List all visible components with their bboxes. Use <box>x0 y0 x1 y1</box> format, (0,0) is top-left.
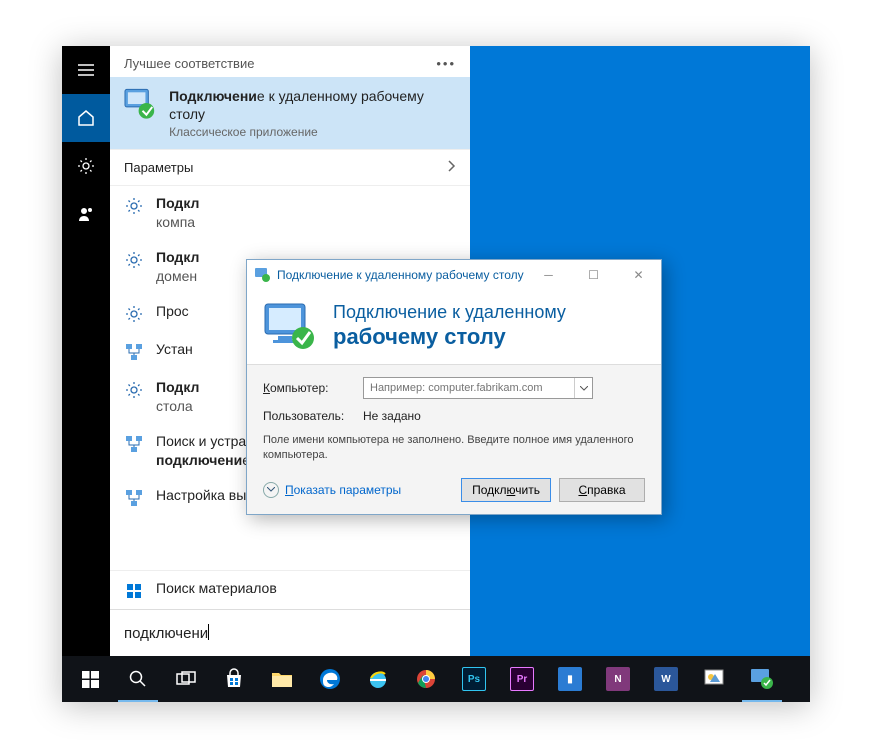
more-icon[interactable]: ••• <box>436 56 456 71</box>
chevron-down-icon[interactable] <box>574 378 592 398</box>
gear-icon[interactable] <box>62 142 110 190</box>
settings-icon <box>124 434 144 454</box>
premiere-app[interactable]: Pr <box>498 656 546 702</box>
task-view-button[interactable] <box>162 656 210 702</box>
dialog-heading-1: Подключение к удаленному <box>333 302 566 324</box>
chevron-right-icon <box>448 160 456 175</box>
ie-app[interactable] <box>354 656 402 702</box>
people-icon[interactable] <box>62 190 110 238</box>
explorer-app[interactable] <box>258 656 306 702</box>
chrome-app[interactable] <box>402 656 450 702</box>
hamburger-icon[interactable] <box>62 46 110 94</box>
home-icon[interactable] <box>62 94 110 142</box>
chevron-down-icon <box>263 482 279 498</box>
store-app[interactable] <box>210 656 258 702</box>
search-button[interactable] <box>114 656 162 702</box>
store-icon <box>124 581 144 601</box>
computer-combo[interactable] <box>363 377 593 399</box>
start-rail <box>62 46 110 656</box>
store-result[interactable]: Поиск материалов <box>110 570 470 609</box>
edge-app[interactable] <box>306 656 354 702</box>
rdp-dialog: Подключение к удаленному рабочему столу … <box>246 259 662 515</box>
start-button[interactable] <box>66 656 114 702</box>
settings-icon <box>124 196 144 216</box>
computer-label: Компьютер: <box>263 381 353 395</box>
hint-text: Поле имени компьютера не заполнено. Введ… <box>263 433 645 464</box>
show-options-toggle[interactable]: Показать параметры <box>263 482 401 498</box>
rdp-icon <box>124 87 157 121</box>
settings-icon <box>124 488 144 508</box>
rdp-icon <box>255 267 271 283</box>
search-input[interactable]: подключени <box>110 609 470 656</box>
dialog-heading-2: рабочему столу <box>333 324 566 350</box>
user-value: Не задано <box>363 409 421 423</box>
user-label: Пользователь: <box>263 409 353 423</box>
result-item[interactable]: Подклкомпа <box>110 186 470 240</box>
settings-icon <box>124 304 144 324</box>
settings-icon <box>124 342 144 362</box>
dialog-titlebar[interactable]: Подключение к удаленному рабочему столу … <box>247 260 661 290</box>
maximize-button[interactable]: ☐ <box>571 260 616 290</box>
settings-icon <box>124 250 144 270</box>
computer-input[interactable] <box>363 377 593 399</box>
section-params[interactable]: Параметры <box>110 149 470 186</box>
rdp-taskbar[interactable] <box>738 656 786 702</box>
close-button[interactable]: ✕ <box>616 260 661 290</box>
minimize-button[interactable]: ─ <box>526 260 571 290</box>
best-match-item[interactable]: Подключение к удаленному рабочему столу … <box>110 77 470 149</box>
paint-app[interactable] <box>690 656 738 702</box>
taskbar: Ps Pr ▮ N W <box>62 656 810 702</box>
onenote-app[interactable]: N <box>594 656 642 702</box>
rdp-banner-icon <box>263 302 319 350</box>
photoshop-app[interactable]: Ps <box>450 656 498 702</box>
settings-icon <box>124 380 144 400</box>
app-tile-1[interactable]: ▮ <box>546 656 594 702</box>
help-button[interactable]: Справка <box>559 478 645 502</box>
word-app[interactable]: W <box>642 656 690 702</box>
best-match-header: Лучшее соответствие ••• <box>110 46 470 77</box>
connect-button[interactable]: Подключить <box>461 478 551 502</box>
